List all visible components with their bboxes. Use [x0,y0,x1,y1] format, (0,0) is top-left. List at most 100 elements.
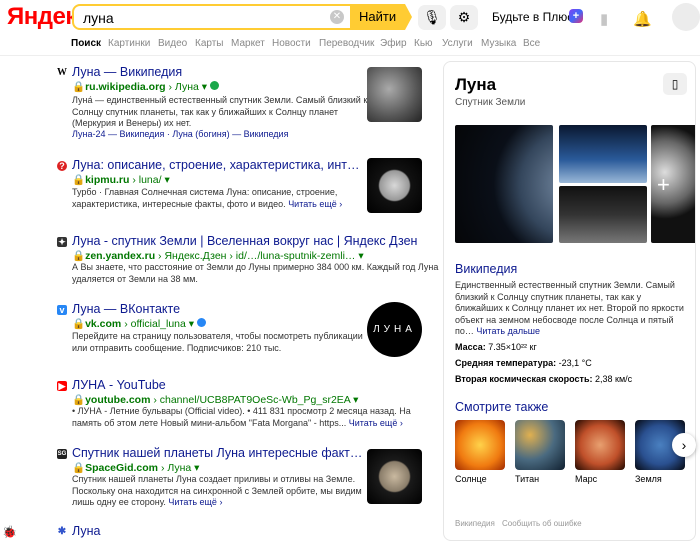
search-result: ✦ Луна - спутник Земли | Вселенная вокру… [57,234,438,284]
mars-image [575,420,625,470]
vk-avatar-thumbnail[interactable]: ЛУНА [367,302,422,357]
snippet-line: • ЛУНА - Летние бульвары (Official video… [72,406,411,416]
search-input[interactable]: луна [83,10,114,26]
wiki-source-link[interactable]: Википедия [455,519,495,528]
header: Яндекс луна ✕ Найти 🎙 ⚙ Будьте в Плюсе +… [0,0,700,34]
result-title[interactable]: Луна - спутник Земли | Вселенная вокруг … [72,234,417,248]
titan-image [515,420,565,470]
result-domain: vk.com [85,318,122,330]
moon-thumbnail[interactable] [367,158,422,213]
spacegid-icon: SG [57,449,67,459]
report-error-link[interactable]: Сообщить об ошибке [502,519,582,528]
search-result: ▶ ЛУНА - YouTube 🔒youtube.com › channel/… [57,378,432,428]
site-icon: ✱ [57,526,67,537]
result-title[interactable]: Луна — Википедия [72,65,182,79]
see-also-card[interactable]: Марс [575,420,625,484]
result-domain: zen.yandex.ru [85,250,156,262]
plus-link[interactable]: Будьте в Плюсе [492,10,580,24]
moon-image-large[interactable] [455,125,553,243]
snippet-line: Поскольку она находится на синхронной с … [72,485,362,496]
filters-icon[interactable]: ⚙ [450,5,478,30]
snippet-line: Перейдите на страницу пользователя, чтоб… [72,331,363,341]
tab-services[interactable]: Услуги [442,38,473,49]
snippet-line: Солнцу спутник планеты, так как у ближай… [72,106,338,117]
result-path: › Луна [160,462,192,474]
tab-search[interactable]: Поиск [71,38,101,49]
result-url[interactable]: 🔒zen.yandex.ru › Яндекс.Дзен › id/…/luna… [72,249,364,262]
see-also-card[interactable]: Солнце [455,420,505,484]
result-domain: SpaceGid.com [85,462,159,474]
see-also-card[interactable]: Титан [515,420,565,484]
plus-icon[interactable]: + [569,9,583,23]
chevron-right-icon[interactable]: › [672,433,696,457]
tab-q[interactable]: Кью [414,38,433,49]
snippet-line: память об этом лете Новый мини-альбом "F… [72,417,347,428]
tab-music[interactable]: Музыка [481,38,516,49]
result-path: › official_luna [124,318,186,330]
tab-images[interactable]: Картинки [108,38,150,49]
knowledge-panel: Луна Спутник Земли ▯ + Википедия Единств… [443,61,696,541]
read-more-link[interactable]: Читать ещё › [349,418,403,428]
fact-temperature: Средняя температура: -23,1 °C [455,358,592,368]
result-snippet: Спутник нашей планеты Луна создает прили… [72,474,362,509]
result-title[interactable]: Луна — ВКонтакте [72,302,180,316]
result-path: › Яндекс.Дзен › id/…/luna-sputnik-zemli… [158,250,356,262]
microphone-icon[interactable]: 🎙 [418,5,446,30]
card-label: Солнце [455,474,487,484]
result-sublinks[interactable]: Луна-24 — Википедия · Луна (богиня) — Ви… [72,129,288,139]
bug-report-icon[interactable]: 🐞 [2,525,17,539]
fact-value: -23,1 °C [556,358,592,368]
result-path: › Луна [168,81,199,93]
earth-image[interactable] [559,125,647,183]
card-label: Титан [515,474,540,484]
snippet-line: лишь одну ее сторону. [72,497,166,507]
plus-icon[interactable]: + [657,172,670,198]
result-title[interactable]: Луна: описание, строение, характеристика… [72,158,359,172]
avatar[interactable] [672,3,700,31]
verified-icon [209,81,219,90]
moon-surface-thumbnail[interactable] [367,67,422,122]
tab-all[interactable]: Все [523,38,540,49]
sun-image [455,420,505,470]
verified-icon [196,318,206,327]
snippet-line: характеристика, интересные факты, фото и… [72,198,286,209]
read-more-link[interactable]: Читать дальше [476,326,540,336]
result-title[interactable]: ЛУНА - YouTube [72,378,166,392]
zen-icon: ✦ [57,237,67,247]
bookmark-icon[interactable]: ▯ [663,73,687,95]
result-url[interactable]: 🔒kipmu.ru › luna/ ▾ [72,173,170,186]
moon-surface-image[interactable] [559,186,647,243]
read-more-link[interactable]: Читать ещё › [168,497,222,507]
tab-news[interactable]: Новости [272,38,311,49]
result-url[interactable]: 🔒vk.com › official_luna ▾ [72,317,206,330]
result-url[interactable]: 🔒ru.wikipedia.org › Луна ▾ [72,80,219,93]
wiki-title[interactable]: Википедия [455,262,517,276]
bookmarks-icon[interactable]: ▮ [600,10,608,28]
read-more-link[interactable]: Читать ещё › [288,199,342,209]
snippet-line: Спутник нашей планеты Луна создает прили… [72,474,356,484]
result-snippet: Луна́ — единственный естественный спутни… [72,95,367,130]
clear-icon[interactable]: ✕ [330,10,344,24]
panel-title: Луна [455,75,497,94]
tab-translate[interactable]: Переводчик [319,38,374,49]
tab-maps[interactable]: Карты [195,38,224,49]
wikipedia-icon: W [57,67,67,78]
bell-icon[interactable]: 🔔 [633,10,652,28]
result-url[interactable]: 🔒youtube.com › channel/UCB8PAT9OeSc-Wb_P… [72,393,358,406]
result-url[interactable]: 🔒SpaceGid.com › Луна ▾ [72,461,199,474]
search-result: ? Луна: описание, строение, характеристи… [57,158,432,218]
moon-color-thumbnail[interactable] [367,449,422,504]
tab-market[interactable]: Маркет [231,38,265,49]
result-title[interactable]: Спутник нашей планеты Луна интересные фа… [72,446,362,460]
vk-icon: v [57,305,67,315]
search-box[interactable]: луна ✕ [72,4,352,30]
tab-video[interactable]: Видео [158,38,187,49]
search-button[interactable]: Найти [351,4,412,30]
result-snippet: А Вы знаете, что расстояние от Земли до … [72,262,438,285]
card-label: Земля [635,474,662,484]
tab-efir[interactable]: Эфир [380,38,407,49]
result-domain: kipmu.ru [85,174,130,186]
snippet-line: Турбо · Главная Солнечная система Луна: … [72,187,338,197]
fact-label: Масса: [455,342,486,352]
result-title[interactable]: Луна [72,524,100,538]
